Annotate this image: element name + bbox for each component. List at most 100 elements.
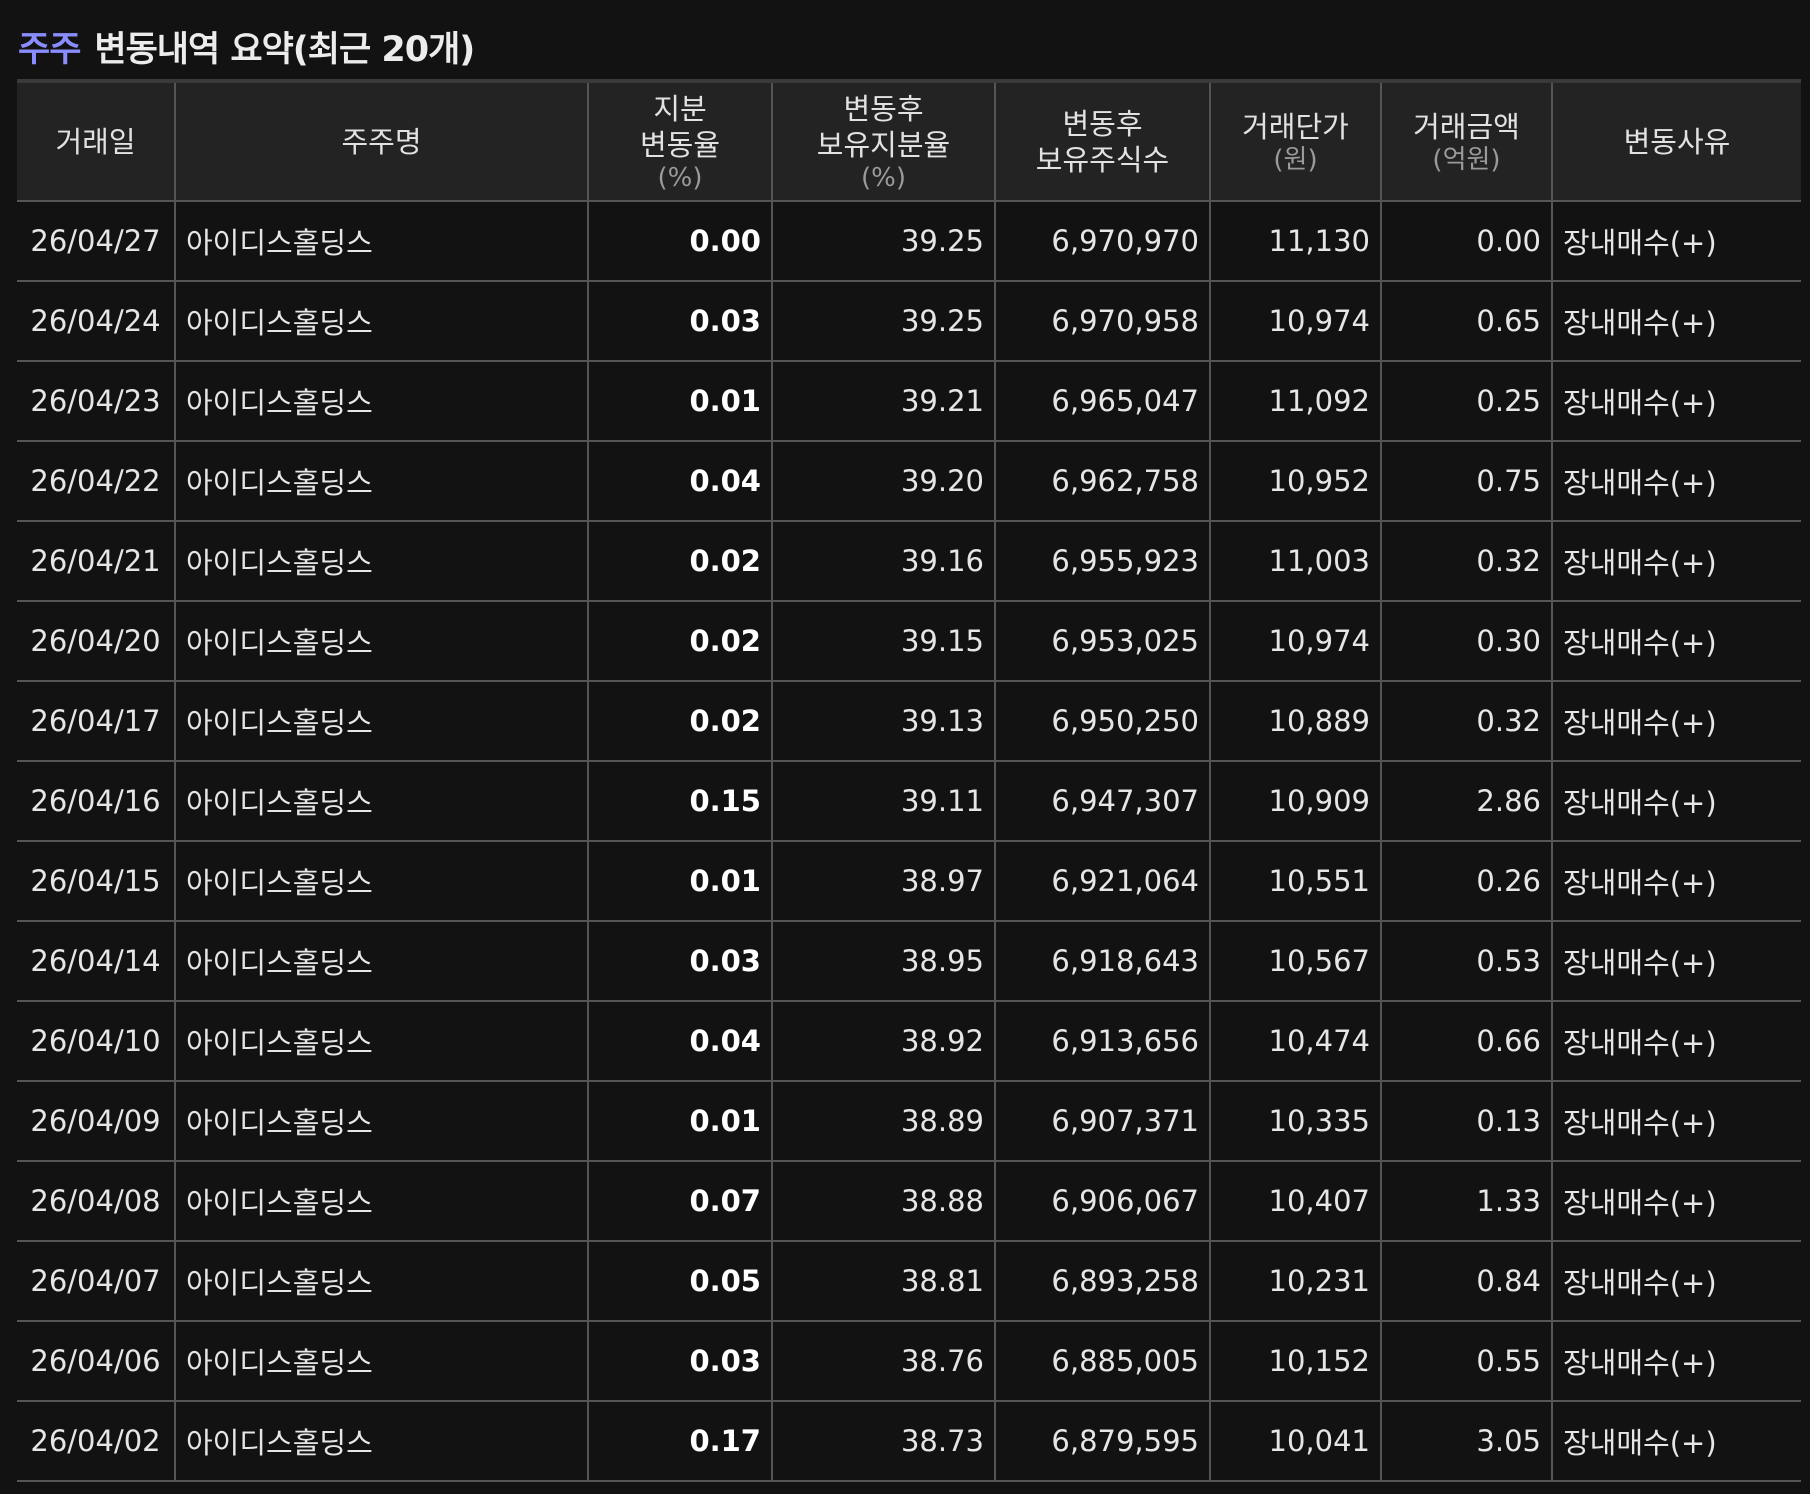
cell-unit-price: 11,130 <box>1209 201 1381 282</box>
cell-reason: 장내매수(+) <box>1551 1241 1801 1322</box>
cell-date: 26/04/07 <box>17 1241 175 1322</box>
header-unit: (억원) <box>1432 144 1501 175</box>
cell-shareholder: 아이디스홀딩스 <box>174 1321 588 1402</box>
cell-reason: 장내매수(+) <box>1551 521 1801 602</box>
cell-holding-ratio: 39.13 <box>771 681 995 762</box>
table-row: 26/04/10 아이디스홀딩스 0.04 38.92 6,913,656 10,474 0… <box>17 1001 1801 1082</box>
header-unit: (원) <box>1273 144 1318 175</box>
table-header: 거래일 주주명 지분 변동율 (%) 변동후 보유지분율 (%) 변동후 보유주식수 거래단가 (원)… <box>17 83 1801 202</box>
cell-shareholder: 아이디스홀딩스 <box>174 441 588 522</box>
cell-reason: 장내매수(+) <box>1551 1401 1801 1482</box>
cell-date: 26/04/14 <box>17 921 175 1002</box>
cell-date: 26/04/08 <box>17 1161 175 1242</box>
cell-date: 26/04/10 <box>17 1001 175 1082</box>
cell-change-rate: 0.02 <box>587 681 772 762</box>
col-header-unit-price: 거래단가 (원) <box>1209 83 1381 202</box>
cell-shareholder: 아이디스홀딩스 <box>174 1241 588 1322</box>
cell-shares-held: 6,885,005 <box>994 1321 1210 1402</box>
cell-shares-held: 6,962,758 <box>994 441 1210 522</box>
col-header-shareholder: 주주명 <box>174 83 588 202</box>
section-title: 주주 변동내역 요약(최근 20개) <box>18 18 475 74</box>
cell-change-rate: 0.03 <box>587 281 772 362</box>
table-body: 26/04/27 아이디스홀딩스 0.00 39.25 6,970,970 11,130 0… <box>17 201 1801 1482</box>
table-row: 26/04/15 아이디스홀딩스 0.01 38.97 6,921,064 10,551 0… <box>17 841 1801 922</box>
col-header-holding-ratio: 변동후 보유지분율 (%) <box>771 83 995 202</box>
cell-holding-ratio: 39.16 <box>771 521 995 602</box>
table-row: 26/04/07 아이디스홀딩스 0.05 38.81 6,893,258 10,231 0… <box>17 1241 1801 1322</box>
cell-holding-ratio: 39.20 <box>771 441 995 522</box>
cell-change-rate: 0.01 <box>587 1081 772 1162</box>
cell-shareholder: 아이디스홀딩스 <box>174 1161 588 1242</box>
cell-change-rate: 0.01 <box>587 361 772 442</box>
cell-amount: 1.33 <box>1380 1161 1552 1242</box>
cell-unit-price: 10,889 <box>1209 681 1381 762</box>
header-label: 거래금액 <box>1413 109 1520 144</box>
table-row: 26/04/20 아이디스홀딩스 0.02 39.15 6,953,025 10,974 0… <box>17 601 1801 682</box>
cell-shares-held: 6,955,923 <box>994 521 1210 602</box>
cell-reason: 장내매수(+) <box>1551 601 1801 682</box>
cell-shareholder: 아이디스홀딩스 <box>174 841 588 922</box>
cell-shareholder: 아이디스홀딩스 <box>174 521 588 602</box>
cell-date: 26/04/27 <box>17 201 175 282</box>
cell-holding-ratio: 39.25 <box>771 281 995 362</box>
cell-holding-ratio: 39.25 <box>771 201 995 282</box>
cell-reason: 장내매수(+) <box>1551 761 1801 842</box>
title-main: 변동내역 요약(최근 20개) <box>94 29 475 70</box>
table-row: 26/04/24 아이디스홀딩스 0.03 39.25 6,970,958 10,974 0… <box>17 281 1801 362</box>
cell-amount: 0.75 <box>1380 441 1552 522</box>
cell-shareholder: 아이디스홀딩스 <box>174 921 588 1002</box>
cell-reason: 장내매수(+) <box>1551 921 1801 1002</box>
cell-holding-ratio: 38.81 <box>771 1241 995 1322</box>
cell-unit-price: 10,567 <box>1209 921 1381 1002</box>
cell-amount: 0.00 <box>1380 201 1552 282</box>
cell-amount: 0.30 <box>1380 601 1552 682</box>
cell-change-rate: 0.04 <box>587 1001 772 1082</box>
table-row: 26/04/14 아이디스홀딩스 0.03 38.95 6,918,643 10,567 0… <box>17 921 1801 1002</box>
cell-shares-held: 6,953,025 <box>994 601 1210 682</box>
cell-change-rate: 0.17 <box>587 1401 772 1482</box>
cell-unit-price: 11,092 <box>1209 361 1381 442</box>
cell-change-rate: 0.03 <box>587 1321 772 1402</box>
cell-unit-price: 10,152 <box>1209 1321 1381 1402</box>
cell-reason: 장내매수(+) <box>1551 1161 1801 1242</box>
header-label: 변동후 <box>1062 106 1143 141</box>
cell-amount: 0.55 <box>1380 1321 1552 1402</box>
cell-date: 26/04/15 <box>17 841 175 922</box>
cell-shareholder: 아이디스홀딩스 <box>174 681 588 762</box>
cell-change-rate: 0.07 <box>587 1161 772 1242</box>
header-label: 거래일 <box>55 124 136 159</box>
cell-shares-held: 6,907,371 <box>994 1081 1210 1162</box>
cell-change-rate: 0.00 <box>587 201 772 282</box>
cell-date: 26/04/02 <box>17 1401 175 1482</box>
col-header-reason: 변동사유 <box>1551 83 1801 202</box>
table-row: 26/04/22 아이디스홀딩스 0.04 39.20 6,962,758 10,952 0… <box>17 441 1801 522</box>
cell-change-rate: 0.02 <box>587 601 772 682</box>
table-row: 26/04/23 아이디스홀딩스 0.01 39.21 6,965,047 11,092 0… <box>17 361 1801 442</box>
cell-holding-ratio: 39.21 <box>771 361 995 442</box>
cell-date: 26/04/22 <box>17 441 175 522</box>
cell-unit-price: 10,909 <box>1209 761 1381 842</box>
cell-reason: 장내매수(+) <box>1551 281 1801 362</box>
cell-holding-ratio: 38.95 <box>771 921 995 1002</box>
cell-amount: 3.05 <box>1380 1401 1552 1482</box>
cell-amount: 0.26 <box>1380 841 1552 922</box>
cell-reason: 장내매수(+) <box>1551 841 1801 922</box>
cell-amount: 0.84 <box>1380 1241 1552 1322</box>
header-label: 변동후 <box>843 91 924 126</box>
cell-date: 26/04/17 <box>17 681 175 762</box>
cell-change-rate: 0.01 <box>587 841 772 922</box>
col-header-date: 거래일 <box>17 83 175 202</box>
col-header-shares-held: 변동후 보유주식수 <box>994 83 1210 202</box>
cell-date: 26/04/09 <box>17 1081 175 1162</box>
cell-unit-price: 10,231 <box>1209 1241 1381 1322</box>
cell-holding-ratio: 38.92 <box>771 1001 995 1082</box>
shareholder-change-table-container: 거래일 주주명 지분 변동율 (%) 변동후 보유지분율 (%) 변동후 보유주식수 거래단가 (원)… <box>17 79 1801 1482</box>
cell-date: 26/04/24 <box>17 281 175 362</box>
col-header-change-rate: 지분 변동율 (%) <box>587 83 772 202</box>
cell-amount: 0.32 <box>1380 681 1552 762</box>
header-label: 보유지분율 <box>816 127 951 162</box>
header-label: 변동율 <box>639 127 721 162</box>
cell-amount: 0.25 <box>1380 361 1552 442</box>
title-accent: 주주 <box>18 29 81 70</box>
cell-shares-held: 6,918,643 <box>994 921 1210 1002</box>
